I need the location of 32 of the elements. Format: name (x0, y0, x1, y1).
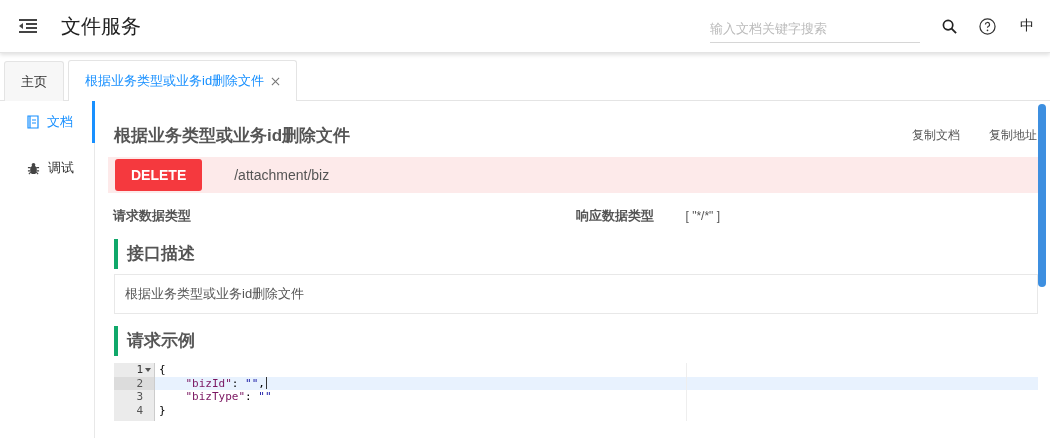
line-number: 3 (136, 390, 143, 404)
description-text: 根据业务类型或业务id删除文件 (114, 274, 1038, 314)
help-icon[interactable] (979, 17, 996, 35)
scrollbar-thumb[interactable] (1038, 104, 1046, 287)
code-line: "bizId": "", (184, 376, 265, 390)
menu-icon[interactable] (19, 19, 37, 33)
copy-link[interactable]: 复制地址 (989, 126, 1037, 144)
code-line: "bizType": "" (184, 390, 272, 404)
app-title: 文件服务 (61, 13, 141, 39)
method-badge: DELETE (115, 159, 203, 191)
document-icon (27, 115, 39, 129)
close-icon[interactable] (271, 76, 281, 86)
copy-link[interactable]: 复制文档 (912, 126, 960, 144)
code-line: } (159, 403, 166, 417)
tab[interactable]: 主页 (4, 61, 64, 101)
line-number: 4 (136, 403, 143, 417)
text-cursor (265, 377, 267, 390)
field-value: [ "*/*" ] (685, 209, 721, 223)
line-number: 2 (136, 376, 143, 390)
search-icon[interactable] (942, 18, 957, 34)
page-title: 根据业务类型或业务id删除文件 (114, 124, 351, 147)
code-editor[interactable]: 1 2 3 4 { "bizId": "", "bizType": "" } (114, 363, 1038, 421)
side-menu-item[interactable]: 调试 (0, 143, 95, 193)
field-label: 响应数据类型 (575, 207, 654, 225)
bug-icon (27, 161, 40, 175)
language-label[interactable]: 中 (1020, 17, 1034, 35)
endpoint-path: /attachment/biz (234, 167, 330, 183)
field-label: 请求数据类型 (113, 207, 191, 225)
line-number: 1 (136, 363, 143, 377)
section-heading: 请求示例 (114, 326, 1038, 356)
fold-icon[interactable] (145, 367, 151, 372)
code-line: { (159, 363, 166, 377)
